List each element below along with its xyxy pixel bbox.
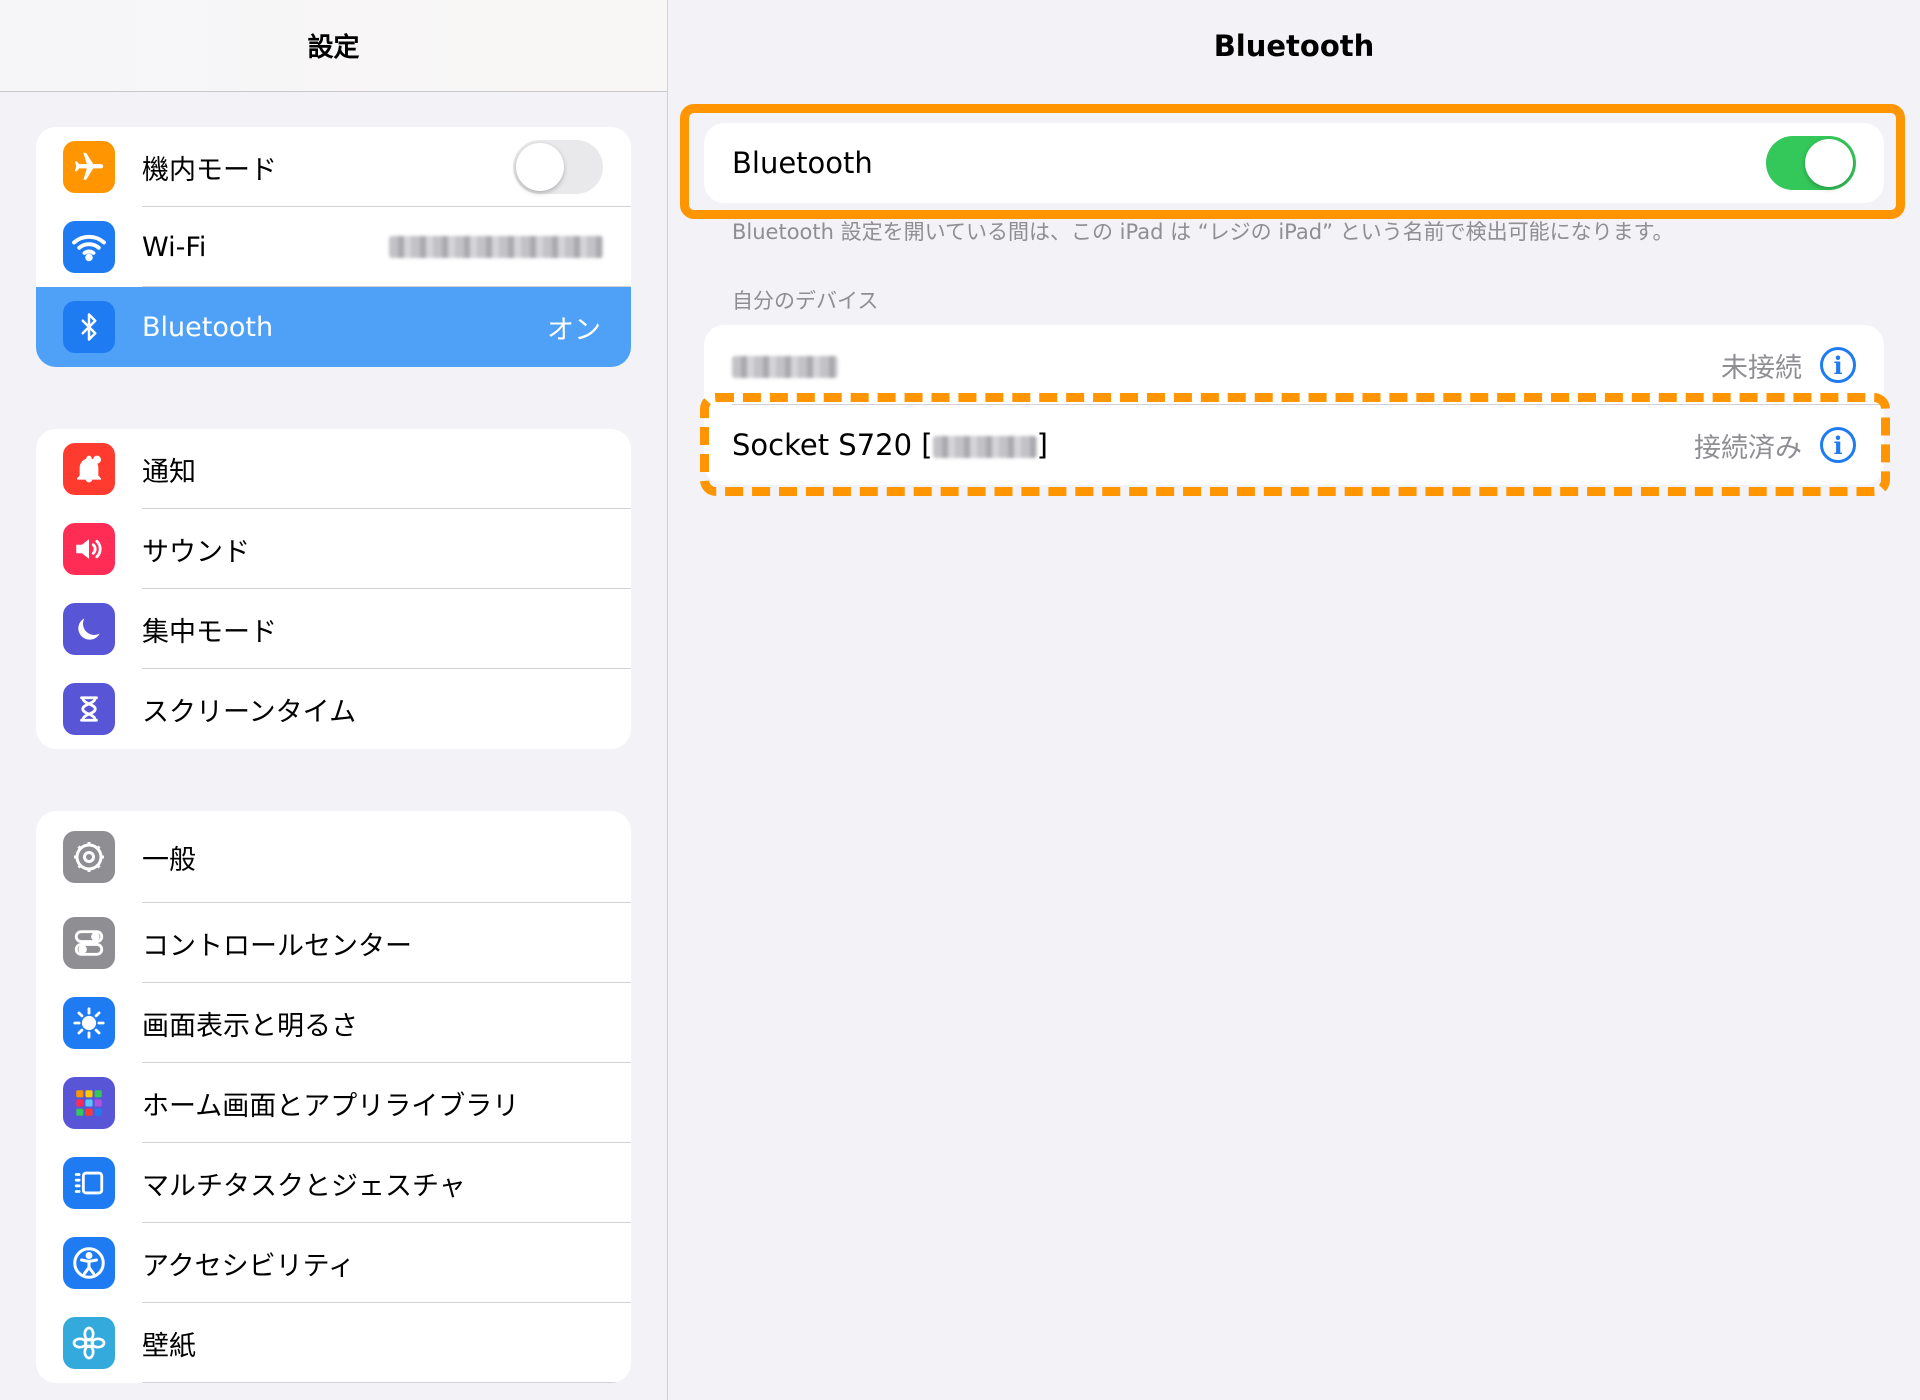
sidebar-item-multitasking[interactable]: マルチタスクとジェスチャ [36,1143,631,1223]
bluetooth-status-value: オン [547,314,601,346]
gear-icon [63,831,115,883]
sidebar-item-bluetooth[interactable]: Bluetooth オン [36,287,631,367]
sidebar-item-label: 集中モード [142,616,277,648]
sidebar-item-label: 通知 [142,456,196,488]
sidebar-item-label: マルチタスクとジェスチャ [142,1170,466,1202]
airplane-icon [63,141,115,193]
wifi-icon [63,221,115,273]
sidebar-header: 設定 [0,0,667,92]
moon-icon [63,603,115,655]
page-title: Bluetooth [1213,28,1375,63]
sidebar-item-display-brightness[interactable]: 画面表示と明るさ [36,983,631,1063]
sidebar-item-airplane-mode[interactable]: 機内モード [36,127,631,207]
sidebar-item-label: 画面表示と明るさ [142,1010,358,1042]
grid-icon [63,1077,115,1129]
sidebar-item-control-center[interactable]: コントロールセンター [36,903,631,983]
hourglass-icon [63,683,115,735]
sidebar-item-general[interactable]: 一般 [36,811,631,903]
sidebar-item-sounds[interactable]: サウンド [36,509,631,589]
sidebar-item-label: Bluetooth [142,311,274,343]
sun-icon [63,997,115,1049]
sidebar-item-label: 壁紙 [142,1330,196,1362]
sidebar-item-label: コントロールセンター [142,930,412,962]
device-name-redacted [732,356,838,378]
highlight-bluetooth-toggle [680,104,1905,219]
sidebar-title: 設定 [307,33,360,63]
settings-group-general: 一般 コントロールセンター 画面表示と明るさ ホーム画面とアプリライブラリ マル… [36,811,631,1383]
sidebar-item-label: サウンド [142,536,250,568]
sidebar-item-screen-time[interactable]: スクリーンタイム [36,669,631,749]
sidebar-item-notifications[interactable]: 通知 [36,429,631,509]
airplane-mode-toggle[interactable] [513,140,603,194]
info-icon[interactable]: i [1820,347,1856,383]
sidebar: 設定 機内モード Wi-Fi Bluetooth オン 通知 サウンド 集中モー… [0,0,668,1400]
sidebar-item-wifi[interactable]: Wi-Fi [36,207,631,287]
device-status: 未接続 [1721,352,1802,384]
settings-group-notifications: 通知 サウンド 集中モード スクリーンタイム [36,429,631,749]
highlight-connected-device [700,393,1890,496]
speaker-icon [63,523,115,575]
bell-icon [63,443,115,495]
sidebar-item-label: Wi-Fi [142,231,207,263]
bluetooth-icon [63,301,115,353]
wifi-network-name-redacted [389,236,603,258]
sidebar-item-wallpaper[interactable]: 壁紙 [36,1303,631,1383]
flower-icon [63,1317,115,1369]
sidebar-item-label: ホーム画面とアプリライブラリ [142,1090,520,1122]
device-name [732,348,1721,382]
accessibility-icon [63,1237,115,1289]
sidebar-item-label: アクセシビリティ [142,1250,356,1282]
sidebar-item-focus[interactable]: 集中モード [36,589,631,669]
sidebar-item-label: スクリーンタイム [142,696,357,728]
my-devices-header: 自分のデバイス [732,289,879,313]
discoverable-footnote: Bluetooth 設定を開いている間は、この iPad は “レジの iPad… [732,220,1674,244]
sidebar-item-accessibility[interactable]: アクセシビリティ [36,1223,631,1303]
detail-header: Bluetooth [668,0,1920,91]
sidebar-item-label: 機内モード [142,154,277,186]
sidebar-item-label: 一般 [142,844,196,876]
sidebar-item-home-screen[interactable]: ホーム画面とアプリライブラリ [36,1063,631,1143]
switches-icon [63,917,115,969]
settings-group-connectivity: 機内モード Wi-Fi Bluetooth オン [36,127,631,367]
multitask-icon [63,1157,115,1209]
